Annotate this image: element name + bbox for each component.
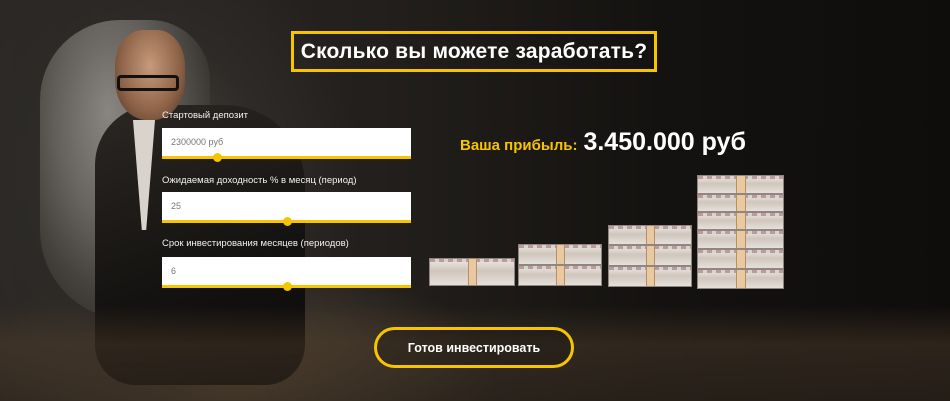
yield-label: Ожидаемая доходность % в месяц (период) [162,175,357,186]
money-stack-icon [518,244,602,286]
invest-button[interactable]: Готов инвестировать [374,327,574,368]
deposit-label: Стартовый депозит [162,110,248,121]
yield-slider-handle[interactable] [282,217,292,226]
money-stack-icon [429,258,515,286]
deposit-field[interactable] [162,128,411,162]
yield-input[interactable] [171,201,371,211]
term-field[interactable] [162,257,411,291]
term-label: Срок инвестирования месяцев (периодов) [162,238,349,249]
calculator-title: Сколько вы можете заработать? [291,31,657,72]
deposit-input[interactable] [171,137,371,147]
glasses-shape [117,75,179,91]
calculator-title-text: Сколько вы можете заработать? [300,39,648,63]
term-slider-handle[interactable] [282,282,292,291]
money-stack-icon [697,175,784,289]
yield-field[interactable] [162,192,411,226]
money-stack-icon [608,225,692,287]
profit-value: 3.450.000 руб [583,128,746,156]
profit-result: Ваша прибыль: 3.450.000 руб [460,128,746,157]
deposit-slider-handle[interactable] [212,153,222,162]
profit-label: Ваша прибыль: [460,137,578,154]
invest-button-label: Готов инвестировать [407,340,541,355]
term-input[interactable] [171,266,371,276]
